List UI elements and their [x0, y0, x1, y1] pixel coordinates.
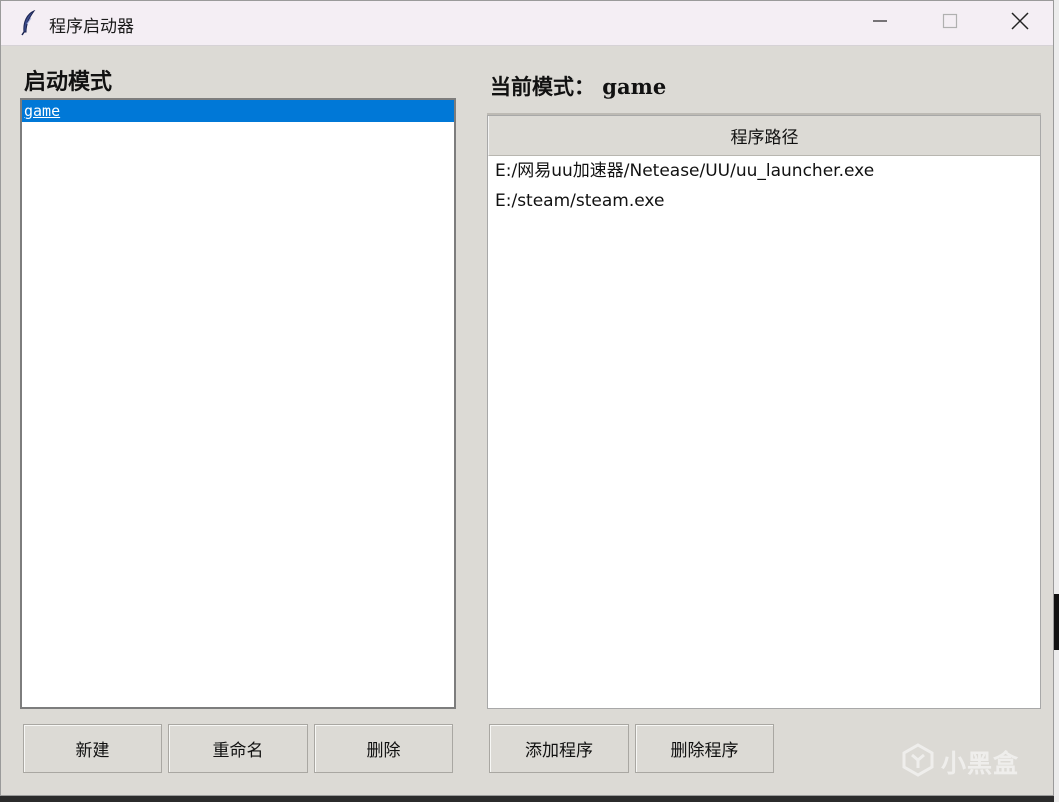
mode-listbox[interactable]: game	[20, 98, 456, 709]
rename-mode-button[interactable]: 重命名	[168, 724, 308, 773]
maximize-icon	[942, 13, 958, 33]
app-window: 程序启动器 启动模式 当前模式： game game 程序路径 E:/网易uu加…	[0, 0, 1054, 796]
background-desktop-edge-dark	[1054, 594, 1059, 650]
column-header-program-path[interactable]: 程序路径	[488, 116, 1040, 156]
watermark-text: 小黑盒	[941, 749, 1020, 778]
feather-icon	[19, 9, 39, 36]
xiaoheihe-logo-icon	[901, 743, 935, 781]
modes-heading: 启动模式	[24, 69, 113, 95]
minimize-icon	[872, 13, 888, 33]
program-path-table[interactable]: 程序路径 E:/网易uu加速器/Netease/UU/uu_launcher.e…	[487, 115, 1041, 709]
delete-mode-button[interactable]: 删除	[314, 724, 453, 773]
table-row[interactable]: E:/steam/steam.exe	[488, 186, 1040, 216]
close-button[interactable]	[985, 1, 1055, 45]
table-row[interactable]: E:/网易uu加速器/Netease/UU/uu_launcher.exe	[488, 156, 1040, 186]
close-icon	[1011, 12, 1029, 34]
current-mode-heading: 当前模式： game	[490, 74, 667, 99]
maximize-button[interactable]	[915, 1, 985, 45]
minimize-button[interactable]	[845, 1, 915, 45]
xiaoheihe-watermark: 小黑盒	[901, 743, 1019, 781]
delete-program-button[interactable]: 删除程序	[635, 724, 774, 773]
mode-list-item[interactable]: game	[22, 100, 454, 122]
title-bar[interactable]: 程序启动器	[1, 1, 1053, 46]
background-desktop-edge	[1054, 0, 1059, 802]
window-title: 程序启动器	[49, 17, 134, 37]
add-program-button[interactable]: 添加程序	[489, 724, 629, 773]
new-mode-button[interactable]: 新建	[23, 724, 162, 773]
